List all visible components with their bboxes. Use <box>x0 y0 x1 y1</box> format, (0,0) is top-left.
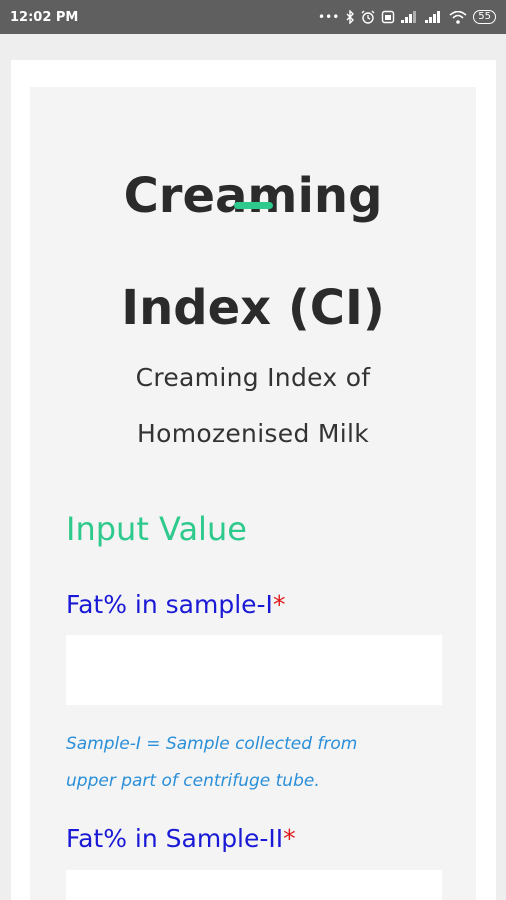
page-title-line1: Creaming <box>123 168 383 224</box>
hint-line1: Sample-I = Sample collected from <box>66 734 358 754</box>
alarm-icon <box>361 10 375 24</box>
field-label-text: Fat% in Sample-II <box>66 824 284 853</box>
fat-sample-1-input[interactable] <box>66 635 442 705</box>
fat-sample-2-input[interactable] <box>66 870 442 900</box>
more-dots-icon: ••• <box>318 10 340 24</box>
battery-indicator: 55 <box>473 10 496 24</box>
status-time: 12:02 PM <box>10 9 79 25</box>
page-subtitle: Creaming Index of Homozenised Milk <box>30 350 476 462</box>
signal-icon <box>401 11 419 23</box>
fat-sample-1-label: Fat% in sample-I* <box>66 590 285 619</box>
fat-sample-2-label: Fat% in Sample-II* <box>66 824 296 853</box>
status-icons: ••• 55 <box>318 10 496 24</box>
page-subtitle-line2: Homozenised Milk <box>137 419 369 448</box>
field-label-text: Fat% in sample-I <box>66 590 273 619</box>
section-heading: Input Value <box>66 510 247 548</box>
sim-icon <box>381 10 395 24</box>
bluetooth-icon <box>345 10 355 24</box>
sample-1-hint: Sample-I = Sample collected from upper p… <box>66 726 446 800</box>
wifi-icon <box>449 10 467 24</box>
status-bar: 12:02 PM ••• 55 <box>0 0 506 34</box>
required-mark: * <box>272 590 286 619</box>
page-title: Creaming Index (CI) <box>30 140 476 364</box>
title-accent-underline <box>234 202 273 209</box>
signal-icon <box>425 11 443 23</box>
page-subtitle-line1: Creaming Index of <box>135 363 371 392</box>
hint-line2: upper part of centrifuge tube. <box>66 771 320 791</box>
page-title-line2: Index (CI) <box>121 280 385 336</box>
required-mark: * <box>283 824 296 853</box>
